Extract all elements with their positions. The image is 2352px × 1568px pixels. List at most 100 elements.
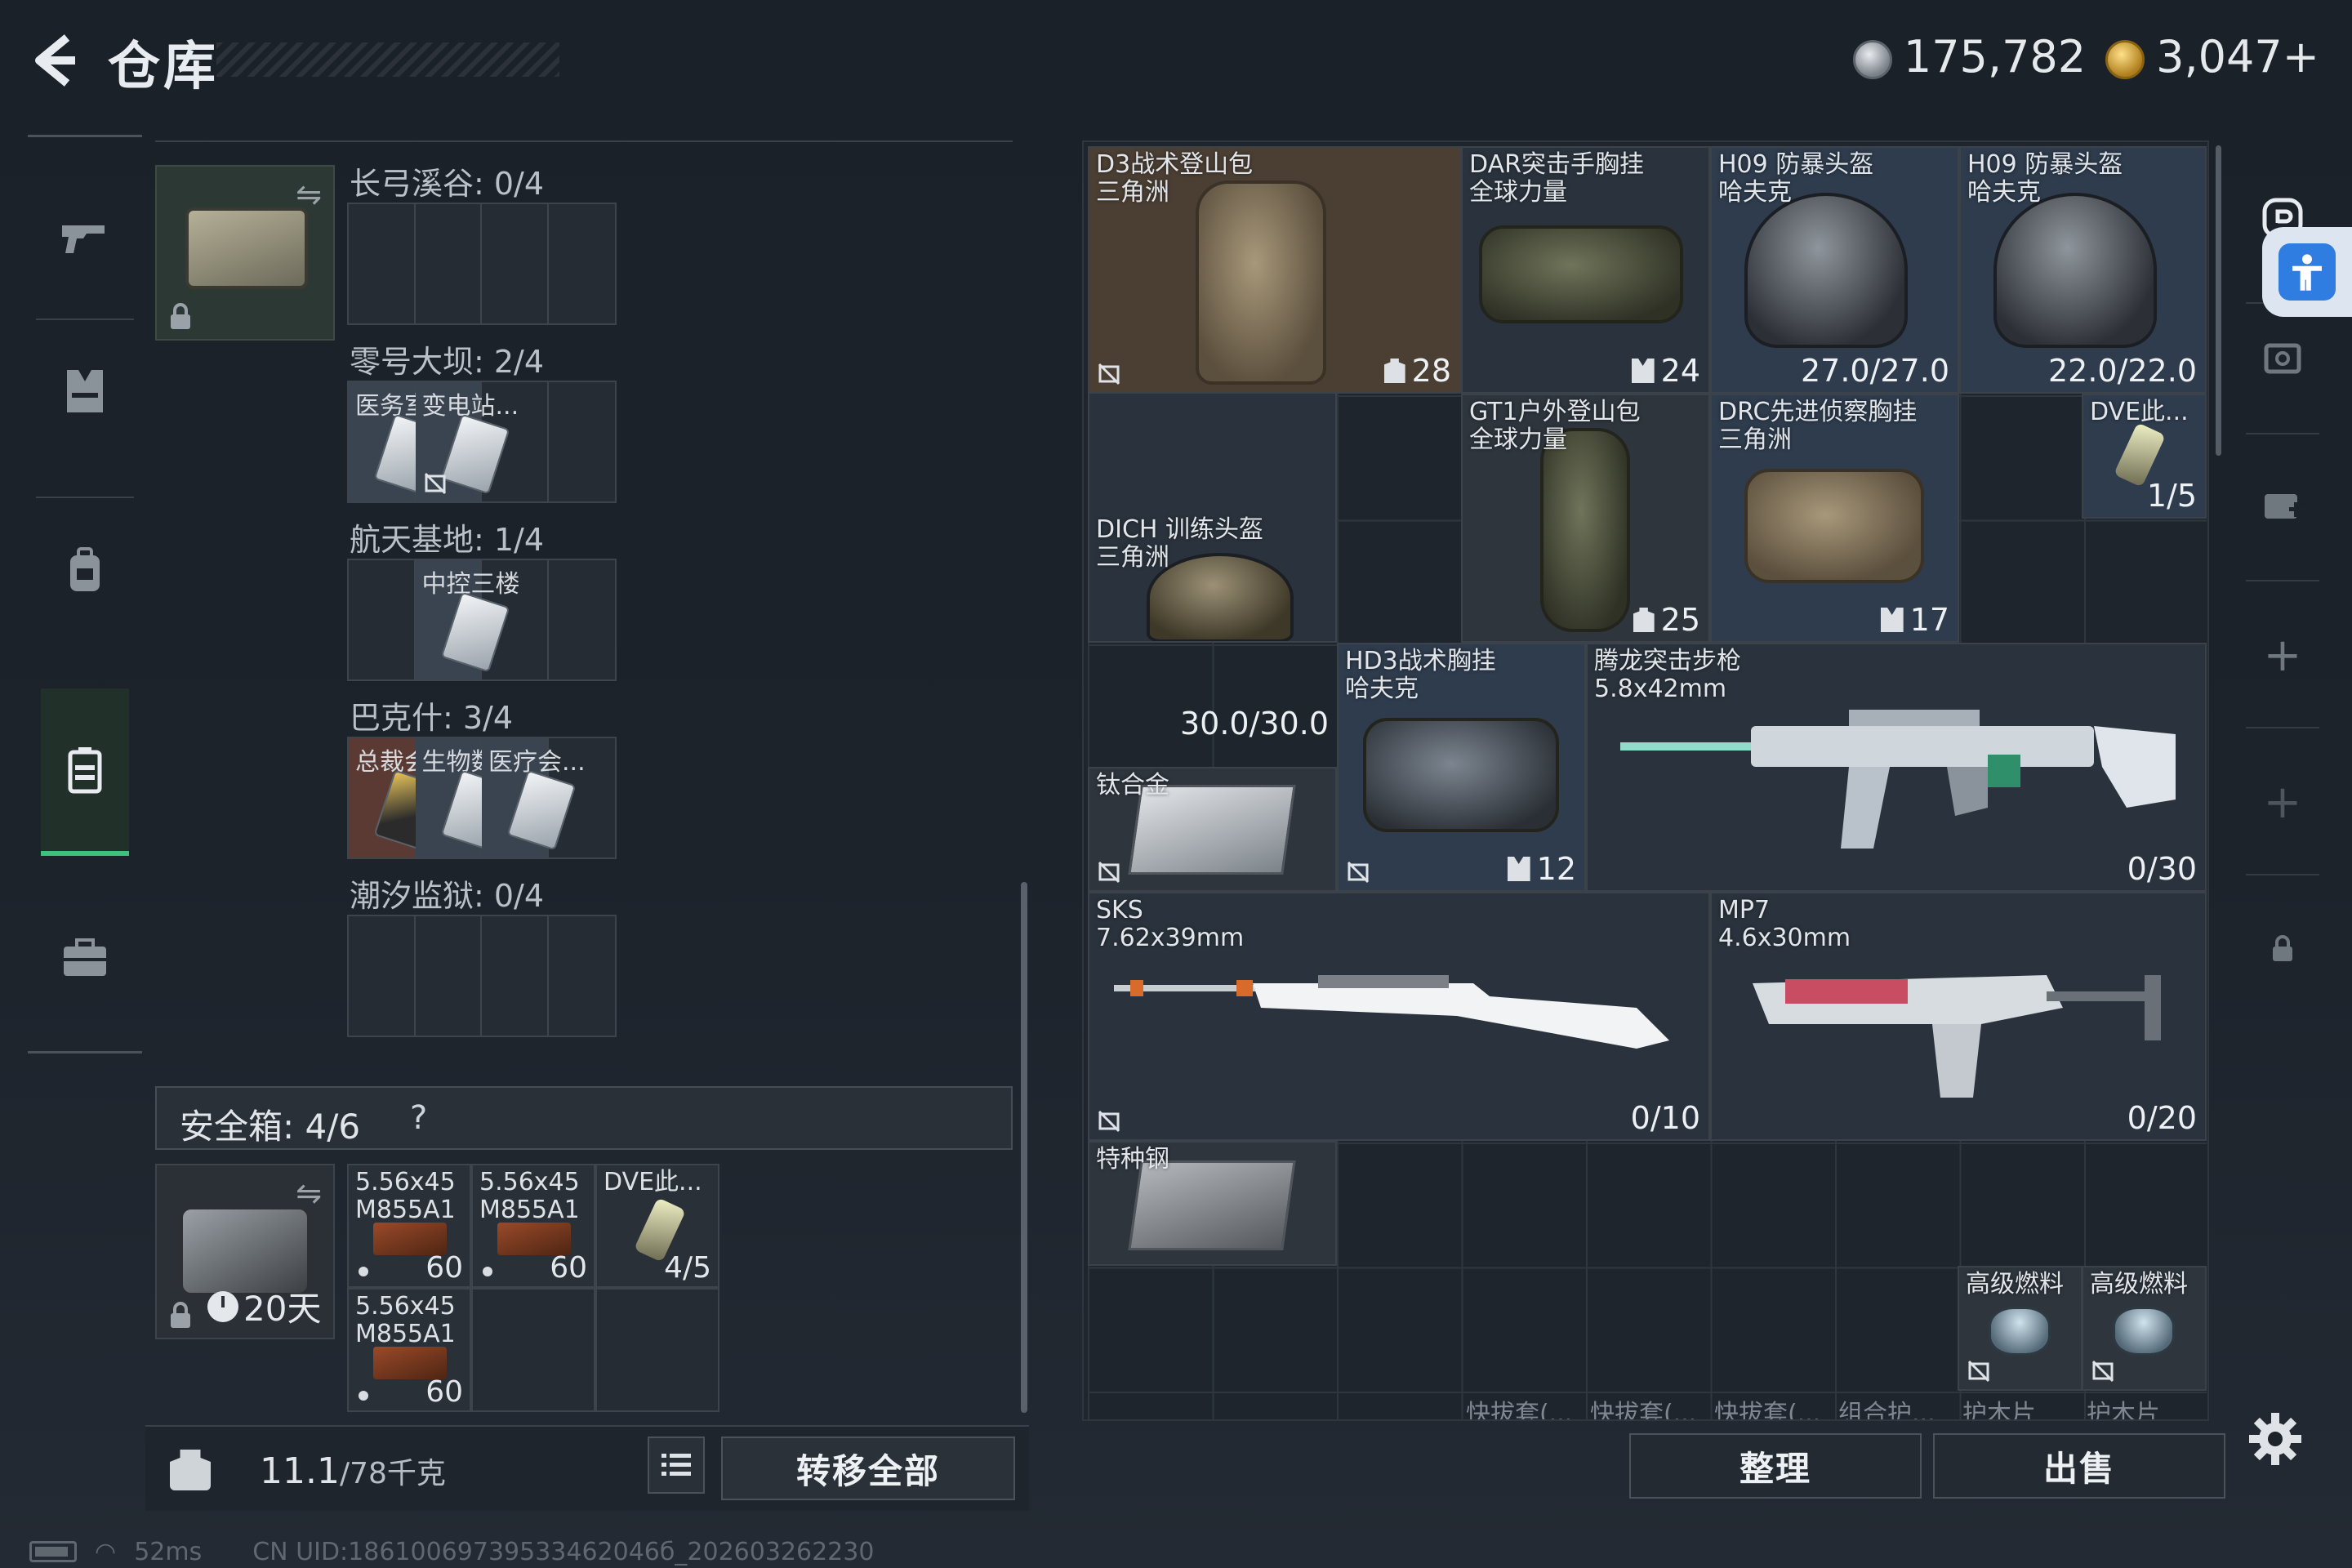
weight-readout: 11.1/78千克 bbox=[260, 1450, 446, 1492]
safebox-slot-empty[interactable] bbox=[471, 1288, 595, 1412]
gun-icon bbox=[62, 225, 105, 253]
helmet-image bbox=[1744, 193, 1908, 348]
stash-item-sks[interactable]: SKS 7.62x39mm 0/10 bbox=[1088, 892, 1710, 1141]
dich-helmet-value-area: 30.0/30.0 bbox=[1179, 706, 1329, 742]
gold-balance[interactable]: 3,047+ bbox=[2105, 31, 2319, 82]
rail-stash-2[interactable] bbox=[2252, 474, 2313, 534]
swap-icon[interactable]: ⇋ bbox=[296, 176, 322, 212]
key-card[interactable]: 中控三楼 bbox=[415, 560, 520, 679]
key-card[interactable]: 医疗会... bbox=[482, 738, 586, 858]
key-slot[interactable] bbox=[549, 560, 616, 679]
sort-button[interactable]: 整理 bbox=[1629, 1433, 1922, 1499]
scrollbar[interactable] bbox=[1021, 882, 1027, 1413]
stash-item-dve[interactable]: DVE此... 1/5 bbox=[2082, 394, 2207, 519]
key-slot[interactable] bbox=[549, 204, 616, 323]
stash-item-dar-vest[interactable]: DAR突击手胸挂 全球力量 24 bbox=[1461, 146, 1710, 394]
stash-item-hd3-vest[interactable]: HD3战术胸挂 哈夫克 12 bbox=[1337, 643, 1586, 892]
safebox-grid: 5.56x45 M855A1 60 5.56x45 M855A1 60 DVE此… bbox=[347, 1164, 723, 1413]
ping-readout: 52ms bbox=[134, 1537, 203, 1566]
safebox-header: 安全箱: 4/6 ? bbox=[155, 1086, 1013, 1150]
stash-item-label[interactable]: 护木片 bbox=[2082, 1393, 2206, 1419]
stash-item-mp7[interactable]: MP7 4.6x30mm 0/20 bbox=[1710, 892, 2207, 1141]
stash-item-tenglong-rifle[interactable]: 腾龙突击步枪 5.8x42mm 0/30 bbox=[1586, 643, 2207, 892]
page-title: 仓库 bbox=[108, 37, 219, 97]
stash-item-label[interactable]: 快拔套(... bbox=[1709, 1393, 1833, 1419]
add-slot-button[interactable]: + bbox=[2252, 772, 2313, 832]
stash-item-label[interactable]: 快拔套(... bbox=[1585, 1393, 1709, 1419]
fuel-can-image bbox=[1989, 1307, 2051, 1356]
safebox-card[interactable]: ⇋ 20天 bbox=[155, 1164, 335, 1339]
top-bar: 仓库 175,782 3,047+ bbox=[0, 0, 2352, 122]
rail-stash-4[interactable] bbox=[2252, 327, 2313, 387]
no-trade-icon bbox=[1098, 363, 1120, 385]
safebox-slot[interactable]: DVE此... 4/5 bbox=[595, 1164, 719, 1288]
key-card[interactable]: 生物数... bbox=[415, 738, 519, 858]
stash-item-label[interactable]: 护木片 bbox=[1958, 1393, 2082, 1419]
fuel-can-image bbox=[2113, 1307, 2175, 1356]
wifi-icon: ◠ bbox=[95, 1537, 117, 1566]
key-slot[interactable] bbox=[349, 204, 416, 323]
nav-weapons[interactable] bbox=[41, 154, 129, 317]
key-slot[interactable] bbox=[416, 916, 482, 1036]
key-slot[interactable] bbox=[549, 382, 616, 501]
stash-item-titanium[interactable]: 钛合金 bbox=[1088, 767, 1337, 892]
stash-item-label[interactable]: 快拔套(... bbox=[1461, 1393, 1585, 1419]
scrollbar[interactable] bbox=[2216, 145, 2221, 456]
nav-vest[interactable] bbox=[41, 330, 129, 452]
key-slot[interactable] bbox=[549, 738, 616, 858]
stash-item-dich-helmet[interactable]: DICH 训练头盔 三角洲 bbox=[1088, 394, 1337, 643]
ingot-image bbox=[1128, 1160, 1296, 1250]
key-card[interactable]: 变电站... bbox=[415, 382, 519, 501]
stash-item-h09-helmet[interactable]: H09 防暴头盔 哈夫克 27.0/27.0 bbox=[1710, 146, 1959, 394]
back-button[interactable] bbox=[24, 28, 90, 93]
stash-item-fuel[interactable]: 高级燃料 bbox=[2082, 1266, 2207, 1391]
accessibility-button[interactable] bbox=[2262, 227, 2352, 317]
list-view-button[interactable] bbox=[648, 1437, 705, 1494]
locked-slot[interactable] bbox=[2252, 919, 2313, 979]
stash-item-d3-backpack[interactable]: D3战术登山包 三角洲 28 bbox=[1088, 146, 1461, 394]
stash-tab-icon bbox=[2264, 343, 2301, 374]
swap-icon[interactable]: ⇋ bbox=[296, 1175, 322, 1211]
nav-briefcase[interactable] bbox=[41, 897, 129, 1019]
lock-icon bbox=[171, 1302, 190, 1328]
nav-case[interactable] bbox=[41, 688, 129, 856]
key-slot[interactable] bbox=[482, 204, 549, 323]
stash-grid: D3战术登山包 三角洲 28 DAR突击手胸挂 全球力量 24 H09 防暴头盔… bbox=[1082, 140, 2209, 1421]
safebox-title: 安全箱: 4/6 bbox=[180, 1107, 361, 1147]
safebox-slot[interactable]: 5.56x45 M855A1 60 bbox=[347, 1288, 471, 1412]
key-slot[interactable] bbox=[482, 382, 549, 501]
key-card[interactable]: 医务室 bbox=[349, 382, 443, 501]
stash-item-fuel[interactable]: 高级燃料 bbox=[1958, 1266, 2082, 1391]
gold-coin-icon bbox=[2105, 39, 2145, 79]
safebox-slot[interactable]: 5.56x45 M855A1 60 bbox=[347, 1164, 471, 1288]
stash-next-row: 快拔套(... 快拔套(... 快拔套(... 组合护... 护木片 护木片 bbox=[1461, 1393, 2207, 1419]
stash-item-label[interactable]: 组合护... bbox=[1833, 1393, 1958, 1419]
stash-item-h09-helmet[interactable]: H09 防暴头盔 哈夫克 22.0/22.0 bbox=[1959, 146, 2207, 394]
safebox-slot[interactable]: 5.56x45 M855A1 60 bbox=[471, 1164, 595, 1288]
nav-backpack[interactable] bbox=[41, 509, 129, 631]
backpack-capacity-icon bbox=[1633, 608, 1655, 632]
key-slot[interactable] bbox=[349, 560, 416, 679]
transfer-all-button[interactable]: 转移全部 bbox=[721, 1437, 1015, 1500]
sell-button[interactable]: 出售 bbox=[1933, 1433, 2225, 1499]
safebox-slot-empty[interactable] bbox=[595, 1288, 719, 1412]
key-slot[interactable] bbox=[482, 916, 549, 1036]
back-arrow-icon bbox=[35, 34, 75, 87]
key-slot[interactable] bbox=[349, 916, 416, 1036]
key-slot[interactable] bbox=[482, 560, 549, 679]
add-slot-button[interactable]: + bbox=[2252, 625, 2313, 685]
settings-button[interactable] bbox=[2247, 1411, 2303, 1467]
help-icon[interactable]: ? bbox=[410, 1099, 427, 1137]
title-decoration bbox=[216, 42, 559, 77]
weight-icon bbox=[170, 1450, 211, 1490]
key-slot[interactable] bbox=[549, 916, 616, 1036]
briefcase-icon bbox=[64, 938, 106, 976]
stash-item-special-steel[interactable]: 特种钢 bbox=[1088, 1141, 1337, 1266]
key-card[interactable]: 总裁会... bbox=[349, 738, 452, 858]
key-case-card[interactable]: ⇋ bbox=[155, 165, 335, 341]
stash-item-gt1-backpack[interactable]: GT1户外登山包 全球力量 25 bbox=[1461, 394, 1710, 643]
stash-item-drc-vest[interactable]: DRC先进侦察胸挂 三角洲 17 bbox=[1710, 394, 1959, 643]
safebox-timer: 20天 bbox=[207, 1281, 321, 1331]
key-slot[interactable] bbox=[416, 204, 482, 323]
rail-divider bbox=[2246, 433, 2319, 434]
